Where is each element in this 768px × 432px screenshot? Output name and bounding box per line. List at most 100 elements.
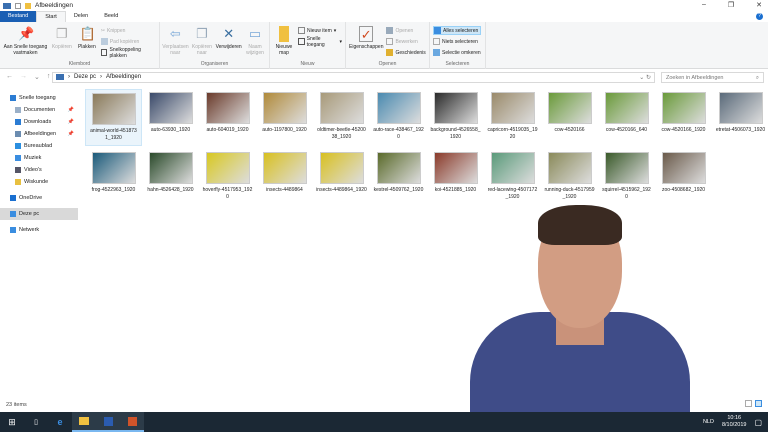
edge-icon[interactable]: e: [48, 412, 72, 432]
language-indicator[interactable]: NLD: [703, 419, 714, 425]
easy-access-button[interactable]: Snelle toegang ▾: [298, 36, 342, 48]
file-item[interactable]: capricorn-4519035_1920: [484, 89, 541, 146]
properties-quick-icon[interactable]: [15, 2, 21, 9]
task-view-button[interactable]: ▯: [24, 412, 48, 432]
file-item[interactable]: running-duck-4517959_1920: [541, 149, 598, 206]
start-button[interactable]: ⊞: [0, 412, 24, 432]
select-all-button[interactable]: Alles selecteren: [433, 26, 481, 35]
easy-access-icon: [298, 38, 305, 45]
folder-icon: [10, 95, 16, 101]
help-icon[interactable]: ?: [756, 13, 763, 20]
group-openen: ✓ Eigenschappen Openen Bewerken Geschiede…: [346, 22, 430, 69]
file-item[interactable]: cow-4520166_1920: [655, 89, 712, 146]
new-item-button[interactable]: Nieuw item ▾: [298, 26, 342, 35]
sidebar-item[interactable]: Bureaublad: [0, 140, 78, 152]
word-taskbar-icon[interactable]: [96, 412, 120, 432]
file-name: capricorn-4519035_1920: [487, 127, 538, 140]
search-input[interactable]: Zoeken in Afbeeldingen ⌕: [661, 71, 764, 83]
open-button[interactable]: Openen: [386, 26, 425, 35]
sidebar-item[interactable]: Documenten 📌: [0, 104, 78, 116]
sidebar-item[interactable]: Muziek: [0, 152, 78, 164]
file-name: insects-4489864: [266, 187, 303, 193]
file-item[interactable]: etretat-4506073_1920: [712, 89, 768, 146]
title-bar: Afbeeldingen – ❐ ✕: [0, 0, 768, 11]
file-list: animal-world-4518731_1920 auto-63930_1920…: [85, 89, 765, 206]
details-view-icon[interactable]: [745, 400, 752, 407]
tab-bestand[interactable]: Bestand: [0, 11, 37, 22]
tab-delen[interactable]: Delen: [66, 11, 96, 22]
file-item[interactable]: auto-63930_1920: [142, 89, 199, 146]
group-klembord: 📌 Aan Snelle toegang vastmaken ❐ Kopiëren …: [0, 22, 160, 69]
image-thumbnail: [319, 92, 364, 124]
image-thumbnail: [319, 152, 364, 184]
file-item[interactable]: background-4526558_1920: [427, 89, 484, 146]
recent-dropdown-button[interactable]: ⌄: [34, 73, 40, 81]
sidebar-item[interactable]: Snelle toegang: [0, 92, 78, 104]
file-item[interactable]: insects-4489864_1920: [313, 149, 370, 206]
file-name: animal-world-4518731_1920: [90, 128, 137, 141]
image-thumbnail: [604, 152, 649, 184]
sidebar-item[interactable]: Wiskunde: [0, 176, 78, 188]
file-item[interactable]: frog-4522963_1920: [85, 149, 142, 206]
delete-x-icon: ✕: [223, 26, 235, 41]
sidebar-item[interactable]: Downloads 📌: [0, 116, 78, 128]
file-item[interactable]: cow-4520166: [541, 89, 598, 146]
group-label: Selecteren: [445, 61, 470, 67]
breadcrumb-afbeeldingen[interactable]: Afbeeldingen: [106, 74, 141, 80]
folder-quick-icon[interactable]: [25, 2, 31, 9]
close-button[interactable]: ✕: [756, 1, 762, 9]
file-item[interactable]: zoo-4508682_1920: [655, 149, 712, 206]
group-organiseren: ⇦ Verplaatsen naar ❐ Kopiëren naar ✕ Verwij…: [160, 22, 270, 69]
file-name: running-duck-4517959_1920: [544, 187, 595, 200]
paste-shortcut-button[interactable]: Snelkoppeling plakken: [100, 47, 156, 59]
clock[interactable]: 10:16 8/10/2019: [722, 415, 746, 429]
file-item[interactable]: squirrel-4515962_1920: [598, 149, 655, 206]
history-button[interactable]: Geschiedenis: [386, 48, 426, 57]
file-explorer-taskbar-icon[interactable]: [72, 412, 96, 432]
file-item[interactable]: auto-1197800_1920: [256, 89, 313, 146]
edit-button[interactable]: Bewerken: [386, 37, 425, 46]
minimize-button[interactable]: –: [702, 1, 706, 9]
file-item[interactable]: hahn-4526428_1920: [142, 149, 199, 206]
pin-icon: 📌: [67, 107, 74, 113]
file-item[interactable]: animal-world-4518731_1920: [85, 89, 142, 146]
file-name: oldtimer-beetle-4520038_1920: [317, 127, 366, 140]
navigation-pane: Snelle toegang Documenten 📌 Downloads 📌 Afbee…: [0, 92, 78, 236]
tab-beeld[interactable]: Beeld: [96, 11, 126, 22]
forward-button[interactable]: →: [20, 73, 27, 81]
tab-start[interactable]: Start: [36, 11, 66, 22]
file-item[interactable]: auto-604019_1920: [199, 89, 256, 146]
maximize-button[interactable]: ❐: [728, 1, 734, 9]
action-center-icon[interactable]: ▢: [754, 418, 762, 427]
large-icons-view-icon[interactable]: [755, 400, 762, 407]
sidebar-item[interactable]: Netwerk: [0, 224, 78, 236]
powerpoint-taskbar-icon[interactable]: [120, 412, 144, 432]
clipboard-icon: 📋: [79, 26, 97, 41]
folder-icon: [15, 179, 21, 185]
file-item[interactable]: insects-4489864: [256, 149, 313, 206]
file-item[interactable]: auto-race-438467_1920: [370, 89, 427, 146]
file-item[interactable]: oldtimer-beetle-4520038_1920: [313, 89, 370, 146]
sidebar-item[interactable]: Video's: [0, 164, 78, 176]
invert-selection-button[interactable]: Selectie omkeren: [433, 48, 481, 57]
back-button[interactable]: ←: [6, 73, 13, 81]
file-item[interactable]: hoverfly-4517953_1920: [199, 149, 256, 206]
folder-icon: [15, 131, 21, 137]
file-item[interactable]: koi-4521885_1920: [427, 149, 484, 206]
sidebar-item[interactable]: OneDrive: [0, 192, 78, 204]
file-item[interactable]: cow-4520166_640: [598, 89, 655, 146]
file-item[interactable]: kestrel-4509762_1920: [370, 149, 427, 206]
refresh-icon[interactable]: ⌄ ↻: [639, 74, 651, 81]
file-name: auto-63930_1920: [150, 127, 191, 133]
sidebar-item[interactable]: Afbeeldingen 📌: [0, 128, 78, 140]
file-item[interactable]: red-lacewing-4507172_1920: [484, 149, 541, 206]
select-none-button[interactable]: Niets selecteren: [433, 37, 481, 46]
cut-button[interactable]: ✂ Knippen: [101, 26, 156, 35]
breadcrumb-deze-pc[interactable]: Deze pc: [74, 74, 96, 80]
file-name: insects-4489864_1920: [316, 187, 367, 193]
address-bar[interactable]: › Deze pc › Afbeeldingen ⌄ ↻: [52, 71, 655, 83]
sidebar-item[interactable]: Deze pc: [0, 208, 78, 220]
copy-path-button[interactable]: Pad kopiëren: [100, 37, 156, 46]
up-button[interactable]: ↑: [47, 73, 51, 81]
group-label: Organiseren: [200, 61, 229, 67]
